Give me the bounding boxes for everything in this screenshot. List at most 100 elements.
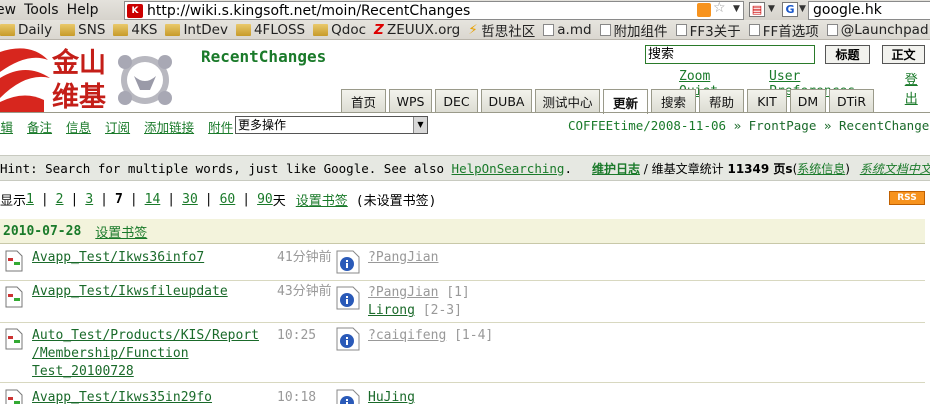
bookmark-item[interactable]: SNS: [60, 22, 105, 38]
editor-link[interactable]: Lirong: [368, 303, 415, 318]
page-icon: [826, 23, 838, 36]
tab-dec[interactable]: DEC: [435, 89, 478, 113]
editor-link[interactable]: ?PangJian: [368, 285, 438, 300]
page-link[interactable]: Avapp_Test/Ikws35in29fo: [32, 389, 212, 404]
bookmark-item[interactable]: 4KS: [113, 22, 157, 38]
fulltext-search-button[interactable]: 正文: [882, 45, 925, 64]
info-icon[interactable]: [336, 250, 360, 274]
editor-link[interactable]: ?caiqifeng: [368, 328, 446, 343]
folder-icon: [165, 23, 181, 36]
page-link[interactable]: Avapp_Test/Ikws36info7: [32, 249, 204, 267]
kingsoft-wiki-logo[interactable]: 金山 维基: [0, 42, 195, 112]
page-count: 11349: [727, 161, 770, 176]
editor-link[interactable]: HuJing: [368, 390, 415, 404]
comment-link[interactable]: 备注: [27, 117, 52, 136]
title-search-button[interactable]: 标题: [825, 45, 870, 64]
diff-icon[interactable]: [5, 389, 23, 404]
bookmark-item[interactable]: ⚡ 哲思社区: [468, 20, 535, 40]
days-option[interactable]: 14: [145, 192, 161, 207]
editors: ?PangJian: [368, 249, 438, 267]
tab-home[interactable]: 首页: [341, 89, 386, 113]
help-on-searching-link[interactable]: HelpOnSearching: [452, 161, 565, 176]
days-option[interactable]: 2: [56, 192, 64, 207]
diff-icon[interactable]: [5, 328, 23, 350]
info-icon[interactable]: [336, 286, 360, 310]
bookmark-item[interactable]: a.md: [543, 22, 592, 38]
trail-item[interactable]: RecentChanges: [839, 118, 930, 133]
set-bookmark-link[interactable]: 设置书签: [296, 190, 348, 209]
engine-dropdown-icon[interactable]: ▼: [799, 4, 806, 14]
page-link[interactable]: Avapp_Test/Ikwsfileupdate: [32, 283, 228, 301]
tab-dtir[interactable]: DTiR: [829, 89, 874, 113]
bookmark-item[interactable]: FF首选项: [748, 20, 819, 39]
bookmark-item[interactable]: 4FLOSS: [235, 22, 305, 38]
days-option[interactable]: 60: [220, 192, 236, 207]
days-option[interactable]: 30: [182, 192, 198, 207]
breadcrumb: COFFEEtime/2008-11-06 » FrontPage » Rece…: [568, 118, 930, 133]
tab-test-center[interactable]: 测试中心: [535, 89, 600, 113]
days-option[interactable]: 90: [257, 192, 273, 207]
attachments-link[interactable]: 附件: [208, 117, 233, 136]
tab-wps[interactable]: WPS: [389, 89, 432, 113]
tab-search[interactable]: 搜索: [651, 89, 696, 113]
add-link-link[interactable]: 添加链接: [144, 117, 194, 136]
google-engine-icon[interactable]: G: [782, 2, 798, 17]
wiki-search-input[interactable]: 搜索: [645, 45, 815, 64]
menu-help[interactable]: Help: [63, 2, 103, 18]
diff-icon[interactable]: [5, 250, 23, 272]
tab-dm[interactable]: DM: [790, 89, 826, 113]
addon-icon[interactable]: ▤: [749, 2, 765, 17]
addon-dropdown-icon[interactable]: ▼: [768, 4, 775, 14]
change-row: Avapp_Test/Ikwsfileupdate 43分钟前 ?PangJia…: [0, 281, 925, 323]
url-text: http://wiki.s.kingsoft.net/moin/RecentCh…: [147, 2, 471, 19]
editor-link[interactable]: ?PangJian: [368, 250, 438, 265]
bookmark-item[interactable]: IntDev: [165, 22, 228, 38]
page-link[interactable]: Auto_Test/Products/KIS/Report /Membershi…: [32, 327, 259, 381]
bookmark-item[interactable]: Qdoc: [313, 22, 366, 38]
change-time: 10:18: [277, 390, 317, 404]
revision-range: [2-3]: [422, 303, 462, 318]
wiki-stats: 维护日志 / 维基文章统计 11349 页s(系统信息) 系统文档中文翻译: [592, 160, 930, 177]
bookmark-item[interactable]: FF3关于: [675, 20, 741, 39]
info-icon[interactable]: [336, 327, 360, 351]
tab-recent-changes[interactable]: 更新: [603, 89, 648, 114]
site-favicon-icon: K: [127, 3, 143, 18]
bookmark-item[interactable]: Z ZEUUX.org: [374, 22, 460, 38]
days-option[interactable]: 3: [85, 192, 93, 207]
menu-view[interactable]: ew: [0, 2, 20, 18]
menu-tools[interactable]: Tools: [20, 2, 63, 18]
feed-icon[interactable]: [697, 3, 711, 17]
bookmark-item[interactable]: 附加组件: [599, 20, 668, 39]
system-info-link[interactable]: 系统信息: [797, 162, 845, 176]
hint-bar: Hint: Search for multiple words, just li…: [0, 155, 930, 181]
diff-icon[interactable]: [5, 286, 23, 308]
editors: HuJing: [368, 389, 415, 404]
bookmark-item[interactable]: @Launchpad: [826, 22, 929, 38]
bookmarks-toolbar: Daily SNS 4KS IntDev 4FLOSS Qdoc Z ZEUUX.…: [0, 20, 930, 40]
tab-help[interactable]: 帮助: [699, 89, 744, 113]
change-row: Avapp_Test/Ikws35in29fo 10:18 HuJing: [0, 383, 925, 404]
url-dropdown-icon[interactable]: ▼: [733, 4, 740, 14]
bookmark-item[interactable]: Daily: [0, 22, 52, 38]
days-option[interactable]: 1: [26, 192, 34, 207]
maintenance-log-link[interactable]: 维护日志: [592, 162, 640, 176]
info-link[interactable]: 信息: [66, 117, 91, 136]
revision-range: [1]: [446, 285, 470, 300]
bookmark-star-icon[interactable]: ☆: [713, 0, 726, 16]
set-bookmark-link[interactable]: 设置书签: [95, 222, 147, 241]
rss-feed-icon[interactable]: RSS: [889, 191, 925, 205]
trail-item[interactable]: FrontPage: [749, 118, 817, 133]
info-icon[interactable]: [336, 389, 360, 404]
tab-duba[interactable]: DUBA: [481, 89, 532, 113]
folder-icon: [235, 23, 251, 36]
browser-search-input[interactable]: google.hk: [808, 1, 930, 20]
translate-link[interactable]: 系统文档中文翻译: [860, 162, 930, 176]
subscribe-link[interactable]: 订阅: [105, 117, 130, 136]
trail-item[interactable]: COFFEEtime/2008-11-06: [568, 118, 726, 133]
page-title[interactable]: RecentChanges: [201, 47, 326, 66]
tab-kit[interactable]: KIT: [747, 89, 787, 113]
edit-link[interactable]: 编辑: [0, 117, 13, 136]
address-bar[interactable]: K http://wiki.s.kingsoft.net/moin/Recent…: [124, 1, 744, 20]
more-actions-select[interactable]: 更多操作 ▼: [235, 116, 428, 134]
logout-link[interactable]: 登出: [905, 69, 930, 107]
